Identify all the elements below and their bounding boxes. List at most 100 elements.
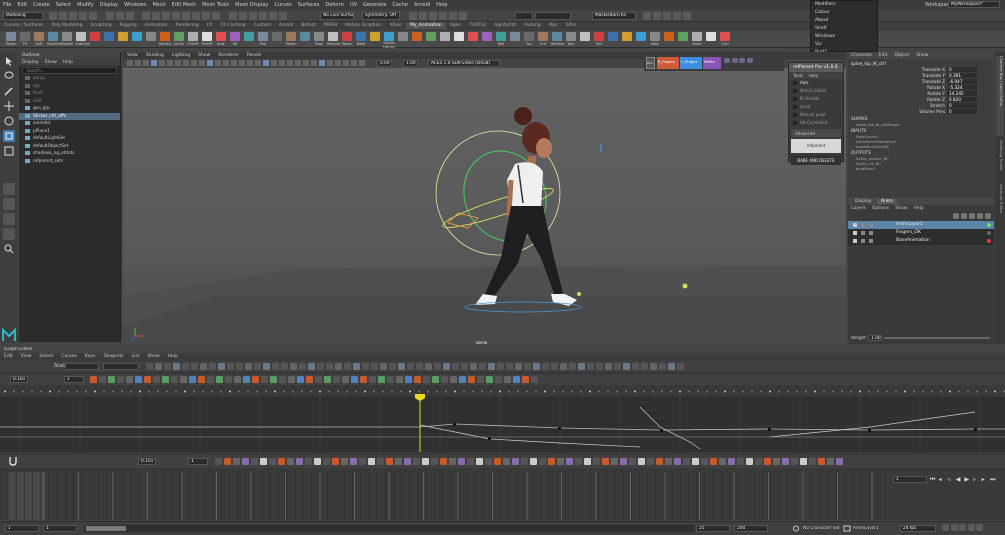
pose-icon[interactable] xyxy=(746,58,753,63)
shelf-tool-icon[interactable] xyxy=(426,32,436,41)
viewport-tool-icon[interactable] xyxy=(151,60,157,66)
shelf-button[interactable] xyxy=(298,31,312,48)
select-tool-icon[interactable] xyxy=(3,55,15,67)
graph-tool-icon[interactable] xyxy=(611,458,618,465)
graph-tool-icon[interactable] xyxy=(587,363,594,370)
shelf-tool-icon[interactable] xyxy=(356,32,366,41)
graph-tool-icon[interactable] xyxy=(290,363,297,370)
graph-tool-icon[interactable] xyxy=(578,363,585,370)
frame-field[interactable]: 0.101 xyxy=(10,376,28,383)
shelf-button[interactable]: Key xyxy=(564,31,578,48)
shelf-tool-icon[interactable] xyxy=(636,32,646,41)
graph-tool-icon[interactable] xyxy=(441,376,448,383)
graph-tool-icon[interactable] xyxy=(198,376,205,383)
shelf-button[interactable] xyxy=(634,31,648,48)
graph-tool-icon[interactable] xyxy=(755,458,762,465)
graph-tool-icon[interactable] xyxy=(242,458,249,465)
shelf-tool-icon[interactable] xyxy=(412,32,422,41)
menu-item[interactable]: Display xyxy=(97,0,121,8)
shelf-button[interactable] xyxy=(116,31,130,48)
shelf-tool-icon[interactable] xyxy=(482,32,492,41)
shelf-tool-icon[interactable] xyxy=(580,32,590,41)
shelf-tab[interactable]: TURTLE xyxy=(465,22,490,29)
graph-tool-icon[interactable] xyxy=(485,458,492,465)
shelf-button[interactable]: Tween xyxy=(4,31,18,48)
graph-tool-icon[interactable] xyxy=(171,376,178,383)
graph-tool-icon[interactable] xyxy=(353,363,360,370)
graph-tool-icon[interactable] xyxy=(512,458,519,465)
graph-tool-icon[interactable] xyxy=(827,458,834,465)
refparent-option[interactable]: Match Global xyxy=(789,87,843,95)
viewport-tool-icon[interactable] xyxy=(223,60,229,66)
magnifier-icon[interactable] xyxy=(3,243,15,255)
graph-tool-icon[interactable] xyxy=(252,376,259,383)
graph-tool-icon[interactable] xyxy=(423,376,430,383)
graph-tool-icon[interactable] xyxy=(542,363,549,370)
animation-end-field[interactable]: 200 xyxy=(734,525,768,532)
graph-tool-icon[interactable] xyxy=(218,363,225,370)
graph-tool-icon[interactable] xyxy=(650,363,657,370)
viewport-tool-icon[interactable] xyxy=(183,60,189,66)
toggle-icon[interactable] xyxy=(643,12,651,20)
shelf-button[interactable]: Studio Library xyxy=(382,31,396,49)
save-scene-icon[interactable] xyxy=(69,12,77,20)
mute-icon[interactable] xyxy=(869,231,873,235)
snap-point-icon[interactable] xyxy=(248,12,257,20)
outliner-row[interactable]: Sticker_ctrl_offs xyxy=(19,112,120,120)
checkbox-icon[interactable] xyxy=(793,105,797,109)
graph-tool-icon[interactable] xyxy=(405,376,412,383)
graph-tool-icon[interactable] xyxy=(315,376,322,383)
outliner-row[interactable]: persp xyxy=(19,75,120,83)
viewport-tool-icon[interactable] xyxy=(303,60,309,66)
graph-tool-icon[interactable] xyxy=(317,363,324,370)
audio-icon[interactable] xyxy=(950,524,958,531)
stats-field-2[interactable] xyxy=(103,363,139,370)
mask-icon[interactable] xyxy=(202,12,211,20)
graph-tool-icon[interactable] xyxy=(566,458,573,465)
graph-tool-icon[interactable] xyxy=(459,376,466,383)
pose-reflex-button[interactable]: Reflex xyxy=(703,57,721,69)
shelf-button[interactable]: eKey xyxy=(648,31,662,48)
pose-lfingers-button[interactable]: L_Fingers xyxy=(680,57,702,69)
shelf-button[interactable]: Anim xyxy=(690,31,704,48)
scale-tool-icon[interactable] xyxy=(3,130,15,142)
play-back-icon[interactable]: ◀ xyxy=(956,476,963,483)
layer-icon[interactable] xyxy=(953,213,959,219)
graph-tool-icon[interactable] xyxy=(360,376,367,383)
move-tool-icon[interactable] xyxy=(3,100,15,112)
popup-menu-item[interactable]: About xyxy=(811,17,877,25)
shelf-button[interactable] xyxy=(102,31,116,48)
shelf-button[interactable]: Rebuild xyxy=(326,31,340,48)
tab-channel-box[interactable]: Channel Box / Layer Editor xyxy=(996,56,1004,136)
graph-tool-icon[interactable] xyxy=(443,363,450,370)
graph-tool-icon[interactable] xyxy=(497,363,504,370)
shelf-tab[interactable]: Custom xyxy=(250,22,275,29)
graph-tool-icon[interactable] xyxy=(341,458,348,465)
graph-tool-icon[interactable] xyxy=(227,363,234,370)
shelf-button[interactable] xyxy=(676,31,690,48)
shelf-button[interactable]: Refi xyxy=(494,31,508,48)
viewport-tool-icon[interactable] xyxy=(327,60,333,66)
graph-tool-icon[interactable] xyxy=(452,363,459,370)
graph-tool-icon[interactable] xyxy=(305,458,312,465)
viewport-tool-icon[interactable] xyxy=(231,60,237,66)
shelf-tool-icon[interactable] xyxy=(398,32,408,41)
graph-tool-icon[interactable] xyxy=(683,458,690,465)
viewport-tool-icon[interactable] xyxy=(167,60,173,66)
toggle-icon[interactable] xyxy=(653,12,661,20)
graph-editor-menu-item[interactable]: View xyxy=(17,353,36,360)
shelf-button[interactable]: Pose xyxy=(312,31,326,48)
shelf-button[interactable] xyxy=(620,31,634,48)
shelf-tool-icon[interactable] xyxy=(62,32,72,41)
viewport-tool-icon[interactable] xyxy=(255,60,261,66)
shelf-tool-icon[interactable] xyxy=(454,32,464,41)
menu-item[interactable]: Modify xyxy=(74,0,97,8)
graph-tool-icon[interactable] xyxy=(377,458,384,465)
shelf-button[interactable]: Rtl xyxy=(228,31,242,48)
graph-tool-icon[interactable] xyxy=(396,376,403,383)
graph-tool-icon[interactable] xyxy=(692,458,699,465)
graph-tool-icon[interactable] xyxy=(135,376,142,383)
outliner-menu-item[interactable]: Show xyxy=(45,60,57,65)
shelf-button[interactable]: Set xyxy=(592,31,606,48)
open-scene-icon[interactable] xyxy=(59,12,67,20)
